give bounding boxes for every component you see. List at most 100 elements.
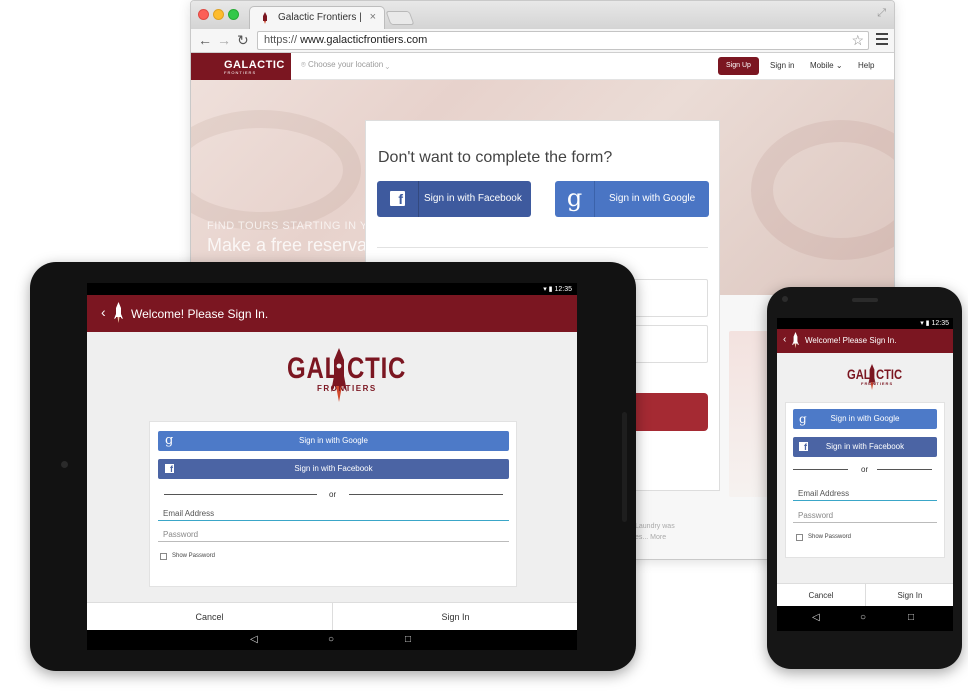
rocket-icon (114, 302, 123, 323)
close-window-button[interactable] (198, 9, 209, 20)
facebook-icon: f (799, 442, 808, 452)
fullscreen-icon[interactable]: ⤢ (877, 7, 886, 20)
sign-in-button[interactable]: Sign In (866, 584, 953, 607)
show-password-label: Show Password (808, 534, 852, 540)
google-signin-button[interactable]: g Sign in with Google (158, 431, 509, 451)
back-arrow-icon[interactable]: ← (198, 32, 212, 48)
facebook-signin-button[interactable]: f Sign in with Facebook (158, 459, 509, 479)
zoom-window-button[interactable] (228, 9, 239, 20)
status-time: 12:35 (931, 320, 949, 327)
android-nav-bar: ◁ ○ □ (777, 606, 953, 631)
status-time: 12:35 (554, 286, 572, 293)
logo-text-right: CTIC (347, 352, 407, 385)
divider (349, 494, 503, 495)
phone-earpiece (852, 298, 878, 302)
facebook-button-label: Sign in with Facebook (825, 442, 905, 451)
password-field[interactable]: Password (793, 511, 937, 523)
nav-signin-link[interactable]: Sign in (770, 61, 794, 70)
site-header: GALACTIC FRONTIERS ⌾ Choose your locatio… (191, 53, 894, 80)
back-triangle-icon[interactable]: ◁ (250, 634, 258, 646)
recents-square-icon[interactable]: □ (908, 612, 914, 624)
phone-screen: ▾ ▮ 12:35 ‹ Welcome! Please Sign In. GAL… (777, 318, 953, 631)
forward-arrow-icon[interactable]: → (217, 32, 231, 48)
sign-in-button[interactable]: Sign In (333, 603, 577, 631)
minimize-window-button[interactable] (213, 9, 224, 20)
new-tab-button[interactable] (385, 11, 415, 25)
facebook-icon-box: f (377, 181, 419, 217)
facebook-signin-button[interactable]: f Sign in with Facebook (377, 181, 531, 217)
show-password-checkbox[interactable] (796, 534, 803, 541)
location-selector[interactable]: ⌾ Choose your location ⌄ (301, 60, 389, 70)
site-logo[interactable]: GALACTIC FRONTIERS (191, 53, 291, 80)
logo-subtitle: FRONTIERS (861, 381, 894, 386)
cancel-button[interactable]: Cancel (87, 603, 332, 631)
galactic-logo: GAL CTIC FRONTIERS (847, 364, 907, 394)
tab-close-icon[interactable]: × (370, 11, 376, 23)
logo-subtitle: FRONTIERS (317, 384, 377, 393)
app-bar: ‹ Welcome! Please Sign In. (87, 295, 577, 332)
menu-icon[interactable] (876, 33, 888, 48)
recents-square-icon[interactable]: □ (405, 634, 411, 646)
google-icon: g (799, 412, 807, 426)
signin-card: g Sign in with Google f Sign in with Fac… (785, 402, 945, 558)
wifi-icon: ▾ (543, 286, 547, 293)
location-placeholder: Choose your location (308, 60, 384, 69)
google-signin-button[interactable]: g Sign in with Google (555, 181, 709, 217)
promo-text-line: Laundry was (635, 523, 675, 530)
rocket-icon (868, 364, 876, 391)
tablet-device: ▾ ▮ 12:35 ‹ Welcome! Please Sign In. GAL… (30, 262, 636, 671)
facebook-icon: f (390, 191, 405, 207)
logo-text-right: CTIC (876, 366, 903, 382)
home-circle-icon[interactable]: ○ (860, 612, 866, 624)
status-bar: ▾ ▮ 12:35 (87, 283, 577, 295)
battery-icon: ▮ (548, 286, 553, 293)
app-bar: ‹ Welcome! Please Sign In. (777, 329, 953, 353)
or-label: or (861, 465, 869, 474)
back-chevron-icon[interactable]: ‹ (783, 334, 786, 345)
divider (877, 469, 932, 470)
promo-text: Laundry was es... More (635, 521, 675, 543)
google-button-label: Sign in with Google (830, 414, 900, 423)
bookmark-star-icon[interactable]: ☆ (851, 32, 864, 49)
nav-mobile-label: Mobile (810, 61, 834, 70)
rocket-favicon-icon (263, 12, 267, 24)
browser-tab[interactable]: Galactic Frontiers | × (249, 6, 385, 29)
url-scheme: https:// (264, 34, 298, 46)
rocket-icon (331, 348, 347, 402)
chevron-down-icon: ⌄ (835, 61, 843, 70)
form-title: Don't want to complete the form? (378, 149, 613, 166)
promo-text-line: es... More (635, 534, 667, 541)
app-bar-title: Welcome! Please Sign In. (805, 336, 897, 345)
email-field[interactable]: Email Address (158, 509, 509, 521)
google-icon: g (165, 433, 174, 448)
battery-icon: ▮ (925, 320, 930, 327)
tablet-camera (61, 461, 68, 468)
facebook-button-label: Sign in with Facebook (294, 464, 373, 473)
cancel-button[interactable]: Cancel (777, 584, 865, 607)
email-field[interactable]: Email Address (793, 489, 937, 501)
app-bar-title: Welcome! Please Sign In. (131, 307, 269, 321)
hero-decoration (751, 120, 894, 260)
reload-icon[interactable]: ↻ (237, 32, 249, 48)
phone-device: ▾ ▮ 12:35 ‹ Welcome! Please Sign In. GAL… (767, 287, 962, 669)
status-bar: ▾ ▮ 12:35 (777, 318, 953, 329)
show-password-label: Show Password (172, 553, 216, 559)
nav-mobile-link[interactable]: Mobile ⌄ (810, 61, 843, 70)
show-password-checkbox[interactable] (160, 553, 167, 560)
signup-button[interactable]: Sign Up (718, 57, 759, 75)
nav-help-link[interactable]: Help (858, 61, 874, 70)
browser-toolbar: ← → ↻ https:// www.galacticfrontiers.com… (191, 29, 894, 53)
back-chevron-icon[interactable]: ‹ (101, 304, 106, 320)
tablet-speaker (622, 412, 627, 522)
location-pin-icon: ⌾ (301, 60, 306, 69)
password-field[interactable]: Password (158, 530, 509, 542)
wifi-icon: ▾ (920, 320, 924, 327)
home-circle-icon[interactable]: ○ (328, 634, 334, 646)
divider (164, 494, 317, 495)
address-bar[interactable]: https:// www.galacticfrontiers.com ☆ (257, 31, 869, 50)
facebook-signin-button[interactable]: f Sign in with Facebook (793, 437, 937, 457)
tab-title: Galactic Frontiers | (278, 12, 362, 23)
back-triangle-icon[interactable]: ◁ (812, 612, 820, 624)
tablet-screen: ▾ ▮ 12:35 ‹ Welcome! Please Sign In. GAL… (87, 283, 577, 650)
google-signin-button[interactable]: g Sign in with Google (793, 409, 937, 429)
